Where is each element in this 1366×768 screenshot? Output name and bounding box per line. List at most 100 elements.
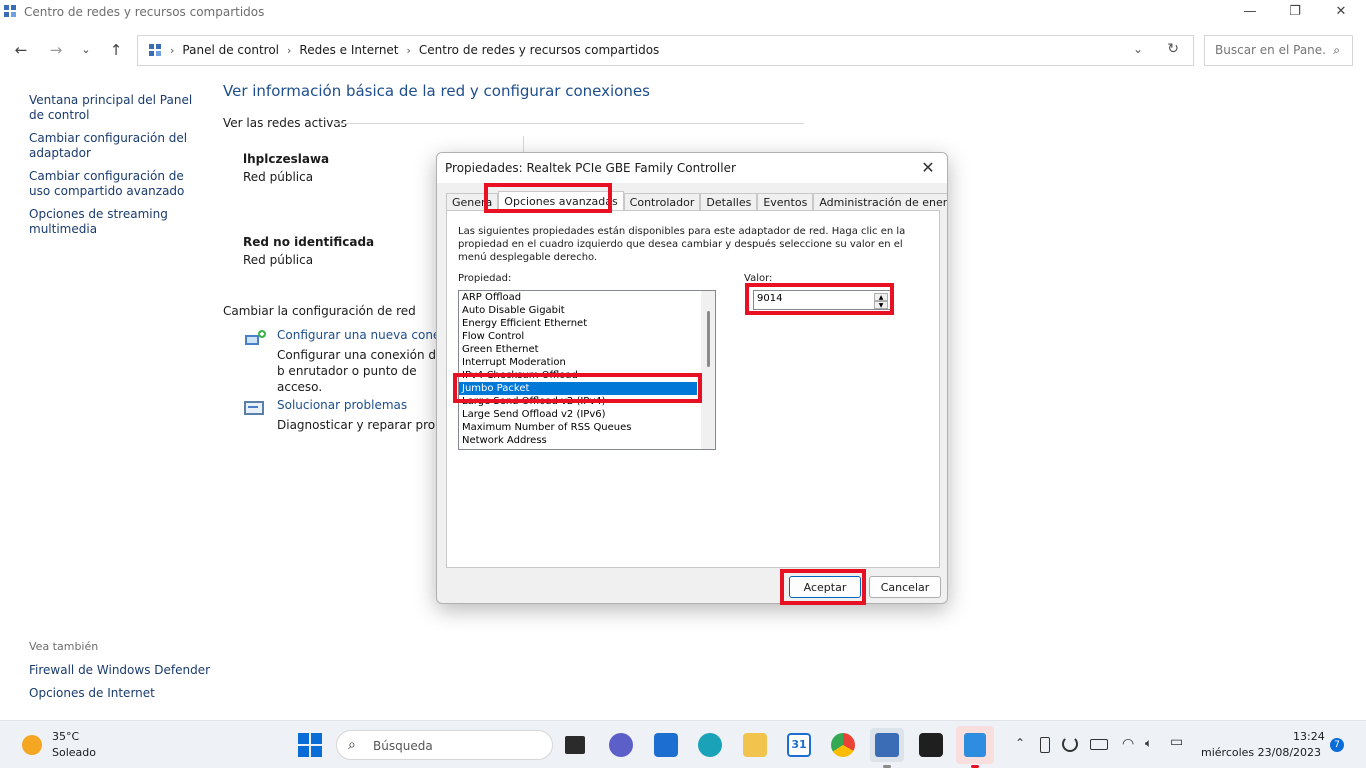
calendar-icon[interactable]: 31	[787, 733, 811, 757]
ok-button[interactable]: Aceptar	[789, 576, 861, 598]
breadcrumb-panel-de-control[interactable]: Panel de control	[182, 43, 279, 57]
list-item-selected[interactable]: Jumbo Packet	[459, 382, 697, 395]
control-panel-icon	[875, 733, 899, 757]
chevron-up-icon[interactable]: ⌃	[1015, 736, 1025, 750]
list-item[interactable]: Energy Efficient Ethernet	[459, 317, 697, 330]
troubleshoot-desc: Diagnosticar y reparar problem	[277, 418, 442, 432]
control-panel-icon	[149, 44, 161, 56]
search-icon[interactable]: ⌕	[1333, 43, 1340, 58]
list-item[interactable]: Flow Control	[459, 330, 697, 343]
link-adapter-settings[interactable]: Cambiar configuración del adaptador	[29, 131, 199, 161]
terminal-icon[interactable]	[919, 733, 943, 757]
page-title: Ver información básica de la red y confi…	[223, 82, 650, 100]
sync-icon[interactable]	[1062, 736, 1078, 752]
list-item[interactable]: IPv4 Checksum Offload	[459, 369, 697, 382]
taskbar-search[interactable]: ⌕ Búsqueda	[336, 730, 553, 760]
network-center-icon	[4, 5, 16, 17]
battery-icon[interactable]: ▭	[1170, 734, 1183, 750]
list-item[interactable]: Large Send Offload v2 (IPv4)	[459, 395, 697, 408]
clock-date[interactable]: miércoles 23/08/2023	[1201, 746, 1321, 759]
back-arrow-icon[interactable]: ←	[9, 40, 33, 60]
minimize-button[interactable]: —	[1227, 2, 1273, 22]
sun-icon[interactable]	[22, 735, 42, 755]
breadcrumb-redes-e-internet[interactable]: Redes e Internet	[299, 43, 398, 57]
notepad-icon	[964, 733, 986, 757]
scrollbar-thumb[interactable]	[707, 311, 710, 367]
network-type: Red pública	[243, 253, 314, 267]
close-window-button[interactable]: ✕	[1318, 2, 1364, 22]
spin-down-icon[interactable]: ▼	[874, 301, 888, 309]
list-item[interactable]: Auto Disable Gigabit	[459, 304, 697, 317]
list-item[interactable]: Interrupt Moderation	[459, 356, 697, 369]
dialog-title: Propiedades: Realtek PCIe GBE Family Con…	[445, 161, 736, 175]
notepad-taskbar-button[interactable]	[956, 726, 994, 764]
notification-badge[interactable]: 7	[1330, 738, 1344, 752]
forward-arrow-icon[interactable]: →	[44, 40, 68, 60]
listbox-scrollbar[interactable]	[701, 291, 715, 449]
property-listbox[interactable]: ARP Offload Auto Disable Gigabit Energy …	[458, 290, 716, 450]
search-box[interactable]: ⌕	[1204, 35, 1353, 66]
spin-up-icon[interactable]: ▲	[874, 293, 888, 301]
address-bar[interactable]: › Panel de control › Redes e Internet › …	[137, 35, 1194, 66]
refresh-icon[interactable]: ↻	[1167, 41, 1179, 57]
weather-temperature[interactable]: 35°C	[52, 730, 79, 743]
troubleshoot-link[interactable]: Solucionar problemas	[277, 398, 407, 412]
list-item[interactable]: Large Send Offload v2 (IPv6)	[459, 408, 697, 421]
window-title: Centro de redes y recursos compartidos	[24, 5, 265, 19]
file-explorer-icon[interactable]	[743, 733, 767, 757]
usb-icon[interactable]	[1040, 737, 1050, 753]
setup-connection-desc: Configurar una conexión de b enrutador o…	[277, 348, 444, 394]
properties-dialog: Propiedades: Realtek PCIe GBE Family Con…	[436, 152, 948, 604]
list-item[interactable]: Network Address	[459, 434, 697, 447]
edge-icon[interactable]	[698, 733, 722, 757]
clock-time[interactable]: 13:24	[1293, 730, 1325, 743]
link-firewall[interactable]: Firewall de Windows Defender	[29, 663, 210, 677]
breadcrumb-centro-de-redes[interactable]: Centro de redes y recursos compartidos	[419, 43, 659, 57]
property-label: Propiedad:	[458, 273, 512, 284]
tab-advanced-options[interactable]: Opciones avanzadas	[498, 191, 624, 212]
new-connection-icon	[245, 330, 266, 345]
dialog-titlebar: Propiedades: Realtek PCIe GBE Family Con…	[437, 153, 947, 183]
breadcrumb-separator: ›	[406, 43, 411, 57]
see-also-label: Vea también	[29, 640, 99, 653]
search-icon: ⌕	[348, 737, 356, 753]
maximize-button[interactable]: ❐	[1272, 2, 1318, 22]
change-settings-heading: Cambiar la configuración de red	[223, 304, 416, 318]
store-icon[interactable]	[654, 733, 678, 757]
value-spinbox[interactable]: ▲ ▼	[753, 290, 891, 310]
list-item[interactable]: Maximum Number of RSS Queues	[459, 421, 697, 434]
list-item[interactable]: ARP Offload	[459, 291, 697, 304]
network-name: lhplczeslawa	[243, 152, 330, 166]
search-input[interactable]	[1215, 43, 1325, 57]
breadcrumb-separator: ›	[287, 43, 292, 57]
left-pane: Ventana principal del Panel de control C…	[29, 93, 199, 245]
advanced-tab-panel: Las siguientes propiedades están disponi…	[446, 210, 940, 568]
value-input[interactable]	[757, 293, 867, 304]
chat-icon[interactable]	[609, 733, 633, 757]
link-sharing-settings[interactable]: Cambiar configuración de uso compartido …	[29, 169, 199, 199]
breadcrumb-separator: ›	[170, 43, 175, 57]
wifi-icon[interactable]: ◠	[1122, 736, 1134, 752]
task-view-icon[interactable]	[565, 736, 585, 754]
windows-start-icon[interactable]	[298, 733, 322, 757]
link-panel-home[interactable]: Ventana principal del Panel de control	[29, 93, 199, 123]
cancel-button[interactable]: Cancelar	[869, 576, 941, 598]
network-type: Red pública	[243, 170, 314, 184]
weather-description[interactable]: Soleado	[52, 746, 96, 759]
speaker-muted-icon[interactable]: 🔈︎	[1145, 736, 1152, 751]
taskbar: 35°C Soleado ⌕ Búsqueda 31 ⌃ ◠ 🔈︎ ▭ 13:2…	[0, 720, 1366, 768]
chevron-down-icon[interactable]: ⌄	[1133, 42, 1143, 56]
list-item[interactable]: Green Ethernet	[459, 343, 697, 356]
link-streaming-options[interactable]: Opciones de streaming multimedia	[29, 207, 199, 237]
recent-locations-icon[interactable]: ⌄	[74, 40, 98, 60]
chrome-icon[interactable]	[831, 733, 855, 757]
control-panel-taskbar-button[interactable]	[870, 728, 904, 762]
breadcrumb: › Panel de control › Redes e Internet › …	[148, 43, 659, 57]
link-internet-options[interactable]: Opciones de Internet	[29, 686, 155, 700]
up-arrow-icon[interactable]: ↑	[104, 40, 128, 60]
divider	[334, 123, 804, 124]
troubleshoot-icon	[244, 401, 264, 415]
dialog-close-button[interactable]: ✕	[917, 157, 939, 179]
taskbar-search-placeholder: Búsqueda	[373, 739, 433, 753]
keyboard-icon[interactable]	[1090, 739, 1108, 750]
